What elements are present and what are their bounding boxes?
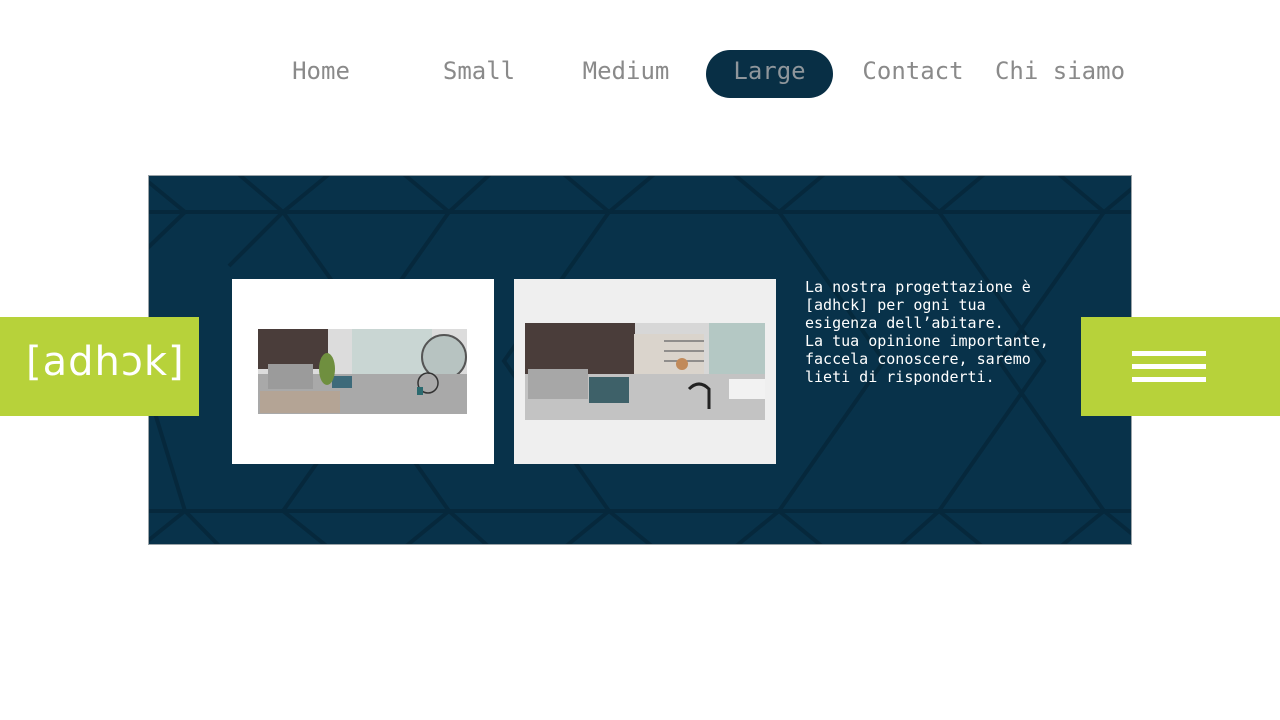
banner-text-line-1: La nostra progettazione è [adhck] per og… [805, 278, 1031, 332]
nav-item-home[interactable]: Home [263, 50, 379, 98]
nav-item-small[interactable]: Small [422, 50, 536, 98]
menu-button[interactable] [1081, 317, 1280, 416]
nav-item-contact[interactable]: Contact [855, 50, 971, 98]
project-image-2[interactable] [514, 279, 776, 464]
nav-item-large[interactable]: Large [706, 50, 833, 98]
main-nav: Home Small Medium Large Contact Chi siam… [0, 50, 1280, 98]
hero-banner: La nostra progettazione è [adhck] per og… [148, 175, 1132, 545]
nav-item-chi-siamo[interactable]: Chi siamo [990, 50, 1130, 98]
brand-logo[interactable]: [adhɔk] [0, 317, 199, 416]
banner-text-line-2: La tua opinione importante, faccela cono… [805, 332, 1049, 386]
logo-text: [adhɔk] [26, 339, 185, 385]
nav-item-medium[interactable]: Medium [566, 50, 686, 98]
banner-text: La nostra progettazione è [adhck] per og… [805, 278, 1065, 386]
project-image-1[interactable] [232, 279, 494, 464]
